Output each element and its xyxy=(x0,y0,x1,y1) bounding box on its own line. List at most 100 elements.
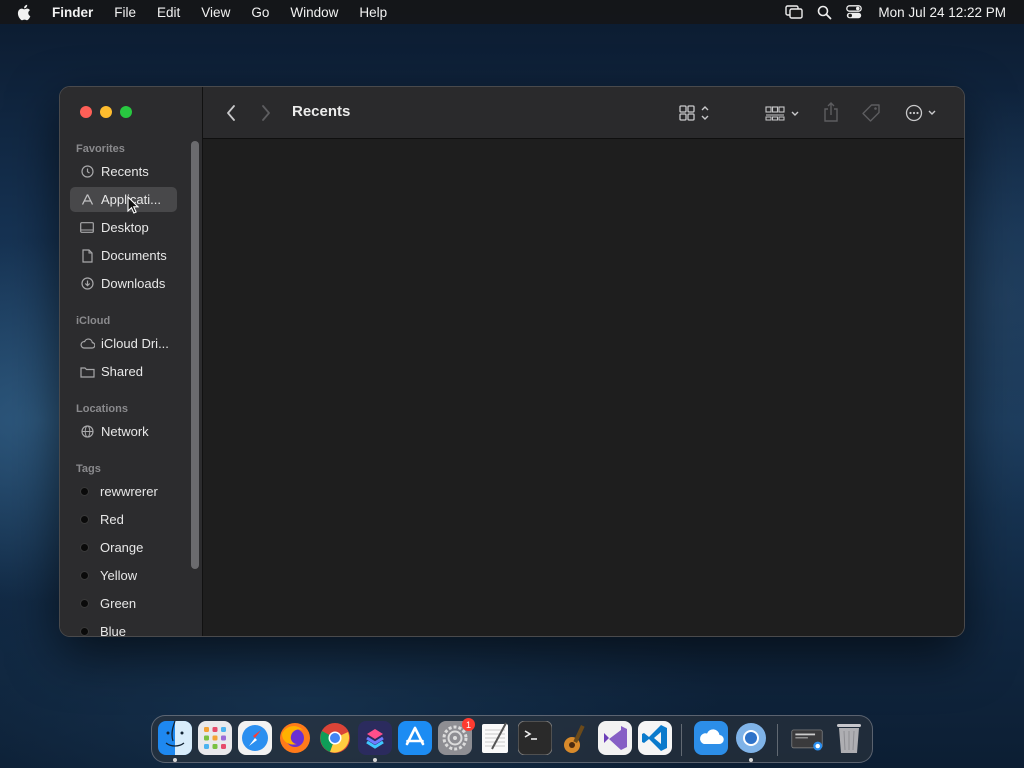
tag-dot-icon xyxy=(80,599,89,608)
tag-icon[interactable] xyxy=(859,101,883,125)
chromium-dock-icon[interactable] xyxy=(734,721,768,755)
sidebar-item-recents[interactable]: Recents xyxy=(70,159,177,184)
menu-file[interactable]: File xyxy=(114,5,136,20)
firefox-dock-icon[interactable] xyxy=(278,721,312,755)
menu-view[interactable]: View xyxy=(201,5,230,20)
sidebar-item-network[interactable]: Network xyxy=(70,419,177,444)
close-button[interactable] xyxy=(80,106,92,118)
menu-bar: Finder File Edit View Go Window Help Mon… xyxy=(0,0,1024,24)
garageband-dock-icon[interactable] xyxy=(558,721,592,755)
running-indicator xyxy=(749,758,753,762)
sidebar-item-label: Green xyxy=(100,596,137,611)
sidebar-scrollbar[interactable] xyxy=(191,141,199,569)
toolbar: Recents xyxy=(203,87,964,139)
control-center-icon[interactable] xyxy=(846,5,863,19)
forward-icon[interactable] xyxy=(256,103,276,123)
notification-badge: 1 xyxy=(462,718,475,731)
launchpad-dock-icon[interactable] xyxy=(198,721,232,755)
zoom-button[interactable] xyxy=(120,106,132,118)
sidebar-item-desktop[interactable]: Desktop xyxy=(70,215,177,240)
view-grid-icon[interactable] xyxy=(675,101,715,125)
dock-separator xyxy=(681,724,682,756)
screen-mirroring-icon[interactable] xyxy=(785,5,804,19)
menu-app-name[interactable]: Finder xyxy=(52,5,93,20)
dock-separator xyxy=(777,724,778,756)
cloud-icon xyxy=(79,338,95,349)
sidebar-item-label: Shared xyxy=(101,364,143,379)
chrome-dock-icon[interactable] xyxy=(318,721,352,755)
sidebar-item-label: Yellow xyxy=(100,568,138,583)
menu-go[interactable]: Go xyxy=(251,5,269,20)
sidebar-item-label: iCloud Dri... xyxy=(101,336,169,351)
sidebar: Favorites Recents Applicati... Desktop D… xyxy=(60,87,203,636)
back-icon[interactable] xyxy=(221,103,241,123)
apple-icon[interactable] xyxy=(16,4,38,21)
sidebar-item-label: Network xyxy=(101,424,149,439)
safari-dock-icon[interactable] xyxy=(238,721,272,755)
running-indicator xyxy=(373,758,377,762)
applications-icon xyxy=(79,193,95,206)
menu-edit[interactable]: Edit xyxy=(157,5,180,20)
shortcuts-dock-icon[interactable] xyxy=(358,721,392,755)
sidebar-item-shared[interactable]: Shared xyxy=(70,359,177,384)
downloads-icon xyxy=(79,277,95,290)
document-icon xyxy=(79,248,95,263)
sidebar-item-documents[interactable]: Documents xyxy=(70,243,177,268)
visual-studio-dock-icon[interactable] xyxy=(598,721,632,755)
dock: 1 xyxy=(151,715,873,763)
mouse-cursor-icon xyxy=(127,196,139,214)
section-locations: Locations xyxy=(76,403,128,415)
window-title: Recents xyxy=(292,103,351,120)
sidebar-item-label: Blue xyxy=(100,624,127,637)
spotlight-search-icon[interactable] xyxy=(817,5,832,20)
group-icon[interactable] xyxy=(763,101,803,125)
trash-dock-icon[interactable] xyxy=(832,721,866,755)
file-browser-content[interactable] xyxy=(203,139,964,636)
sidebar-item-label: Red xyxy=(100,512,124,527)
running-indicator xyxy=(173,758,177,762)
sidebar-item-icloud-drive[interactable]: iCloud Dri... xyxy=(70,331,177,356)
sidebar-tag-rewwrerer[interactable]: rewwrerer xyxy=(70,479,177,504)
finder-dock-icon[interactable] xyxy=(158,721,192,755)
network-icon xyxy=(79,425,95,438)
sidebar-tag-yellow[interactable]: Yellow xyxy=(70,563,177,588)
sidebar-item-applications[interactable]: Applicati... xyxy=(70,187,177,212)
menu-window[interactable]: Window xyxy=(290,5,338,20)
shared-folder-icon xyxy=(79,366,95,378)
more-actions-icon[interactable] xyxy=(902,101,942,125)
clock-icon xyxy=(79,165,95,178)
share-icon[interactable] xyxy=(820,100,842,124)
tag-dot-icon xyxy=(80,515,89,524)
minimize-button[interactable] xyxy=(100,106,112,118)
system-settings-dock-icon[interactable]: 1 xyxy=(438,718,475,755)
tag-dot-icon xyxy=(80,487,89,496)
sidebar-item-label: Desktop xyxy=(101,220,149,235)
section-tags: Tags xyxy=(76,463,101,475)
sidebar-tag-green[interactable]: Green xyxy=(70,591,177,616)
sidebar-tag-orange[interactable]: Orange xyxy=(70,535,177,560)
tag-dot-icon xyxy=(80,571,89,580)
app-store-dock-icon[interactable] xyxy=(398,721,432,755)
sidebar-item-label: Recents xyxy=(101,164,149,179)
textedit-dock-icon[interactable] xyxy=(478,721,512,755)
sidebar-tag-red[interactable]: Red xyxy=(70,507,177,532)
desktop-icon xyxy=(79,221,95,234)
window-controls xyxy=(80,106,132,118)
icloud-dock-icon[interactable] xyxy=(694,721,728,755)
sidebar-item-label: Orange xyxy=(100,540,144,555)
sidebar-item-label: Documents xyxy=(101,248,167,263)
sidebar-item-downloads[interactable]: Downloads xyxy=(70,271,177,296)
tag-dot-icon xyxy=(80,543,89,552)
menu-clock[interactable]: Mon Jul 24 12:22 PM xyxy=(878,5,1006,20)
downloads-stack-dock-icon[interactable] xyxy=(790,721,824,755)
tag-dot-icon xyxy=(80,627,89,636)
section-favorites: Favorites xyxy=(76,143,125,155)
section-icloud: iCloud xyxy=(76,315,111,327)
sidebar-item-label: rewwrerer xyxy=(100,484,158,499)
menu-help[interactable]: Help xyxy=(359,5,387,20)
sidebar-tag-blue[interactable]: Blue xyxy=(70,619,177,637)
finder-window: Favorites Recents Applicati... Desktop D… xyxy=(59,86,965,637)
sidebar-item-label: Downloads xyxy=(101,276,166,291)
vscode-dock-icon[interactable] xyxy=(638,721,672,755)
terminal-dock-icon[interactable] xyxy=(518,721,552,755)
